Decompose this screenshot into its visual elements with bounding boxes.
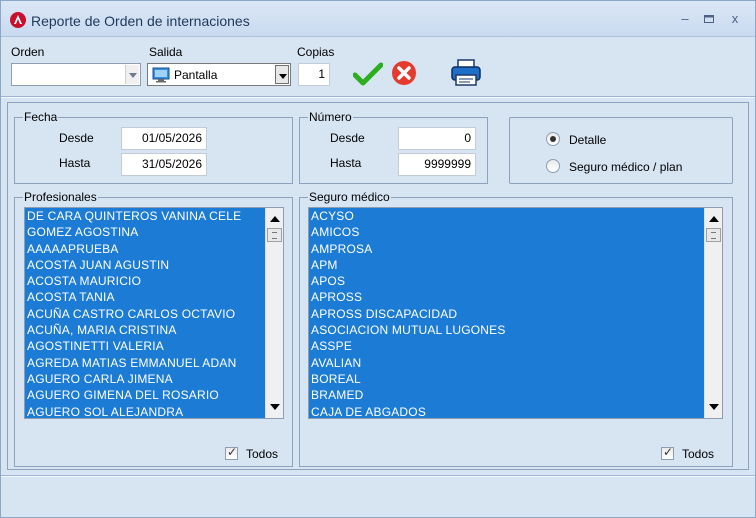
list-item[interactable]: APOS	[310, 273, 704, 289]
list-item[interactable]: APROSS	[310, 289, 704, 305]
fecha-hasta-input[interactable]: 31/05/2026	[121, 153, 207, 176]
numero-hasta-input[interactable]: 9999999	[398, 153, 476, 176]
salida-value: Pantalla	[174, 68, 218, 82]
seguro-plan-radio[interactable]	[546, 159, 560, 173]
seguro-list: ACYSO AMICOS AMPROSA APM APOS APROSS APROSS DI…	[310, 208, 704, 418]
numero-hasta-label: Hasta	[330, 156, 362, 170]
list-item[interactable]: AMICOS	[310, 224, 704, 240]
list-item[interactable]: BOREAL	[310, 371, 704, 387]
fecha-desde-label: Desde	[59, 131, 94, 145]
checkmark-icon: ✓	[663, 445, 674, 459]
profesionales-legend: Profesionales	[23, 190, 98, 204]
scroll-thumb[interactable]	[267, 228, 282, 242]
scroll-up-icon[interactable]	[270, 216, 280, 222]
numero-desde-input[interactable]: 0	[398, 127, 476, 150]
list-item[interactable]: ACYSO	[310, 208, 704, 224]
list-item[interactable]: AGUERO GIMENA DEL ROSARIO	[26, 387, 265, 403]
copias-label: Copias	[297, 45, 335, 59]
list-item[interactable]: AGUERO SOL ALEJANDRA	[26, 404, 265, 418]
profesionales-listbox[interactable]: DE CARA QUINTEROS VANINA CELE GOMEZ AGOS…	[24, 207, 284, 419]
scroll-up-icon[interactable]	[709, 216, 719, 222]
list-item[interactable]: AGUERO CARLA JIMENA	[26, 371, 265, 387]
numero-desde-label: Desde	[330, 131, 365, 145]
salida-label: Salida	[149, 45, 183, 59]
list-item[interactable]: APM	[310, 257, 704, 273]
list-item[interactable]: BRAMED	[310, 387, 704, 403]
close-window-button[interactable]: x	[725, 10, 745, 28]
seguro-scrollbar[interactable]	[704, 208, 722, 418]
seguro-listbox[interactable]: ACYSO AMICOS AMPROSA APM APOS APROSS APROSS DI…	[308, 207, 723, 419]
scroll-down-icon[interactable]	[270, 404, 280, 410]
list-item[interactable]: ACUÑA CASTRO CARLOS OCTAVIO	[26, 306, 265, 322]
list-item[interactable]: ASSPE	[310, 338, 704, 354]
copias-input[interactable]: 1	[298, 63, 330, 86]
list-item[interactable]: AGOSTINETTI VALERIA	[26, 338, 265, 354]
bottom-separator	[1, 475, 755, 477]
fecha-desde-input[interactable]: 01/05/2026	[121, 127, 207, 150]
fecha-legend: Fecha	[23, 110, 59, 124]
list-item[interactable]: CAJA DE ABGADOS	[310, 404, 704, 418]
orden-label: Orden	[11, 45, 45, 59]
profesionales-scrollbar[interactable]	[265, 208, 283, 418]
list-item[interactable]: AGREDA MATIAS EMMANUEL ADAN	[26, 355, 265, 371]
cancel-x-icon[interactable]	[390, 59, 418, 87]
accept-check-icon[interactable]	[353, 61, 383, 87]
app-logo-icon	[10, 12, 26, 28]
report-window: Reporte de Orden de internaciones – x Or…	[0, 0, 756, 518]
list-item[interactable]: ACOSTA MAURICIO	[26, 273, 265, 289]
title-bar: Reporte de Orden de internaciones – x	[1, 1, 755, 37]
toolbar-separator	[1, 96, 755, 98]
profesionales-list: DE CARA QUINTEROS VANINA CELE GOMEZ AGOS…	[26, 208, 265, 418]
monitor-icon	[152, 67, 170, 83]
seguro-todos-label: Todos	[682, 447, 715, 461]
detalle-radio[interactable]	[546, 132, 560, 146]
numero-legend: Número	[308, 110, 353, 124]
profesionales-todos-checkbox[interactable]: ✓	[225, 445, 238, 460]
detalle-label: Detalle	[569, 133, 607, 147]
maximize-icon	[704, 15, 714, 23]
window-title: Reporte de Orden de internaciones	[31, 13, 250, 29]
scroll-thumb[interactable]	[706, 228, 721, 242]
list-item[interactable]: APROSS DISCAPACIDAD	[310, 306, 704, 322]
salida-combo[interactable]: Pantalla	[147, 63, 291, 86]
orden-dropdown-icon[interactable]	[125, 65, 139, 84]
list-item[interactable]: ASOCIACION MUTUAL LUGONES	[310, 322, 704, 338]
checkmark-icon: ✓	[227, 445, 238, 459]
seguro-legend: Seguro médico	[308, 190, 391, 204]
list-item[interactable]: ACOSTA JUAN AGUSTIN	[26, 257, 265, 273]
list-item[interactable]: GOMEZ AGOSTINA	[26, 224, 265, 240]
minimize-button[interactable]: –	[675, 10, 695, 28]
maximize-button[interactable]	[699, 10, 719, 28]
seguro-plan-label: Seguro médico / plan	[569, 160, 683, 174]
list-item[interactable]: AVALIAN	[310, 355, 704, 371]
fecha-hasta-label: Hasta	[59, 156, 91, 170]
profesionales-todos-label: Todos	[246, 447, 279, 461]
list-item[interactable]: DE CARA QUINTEROS VANINA CELE	[26, 208, 265, 224]
orden-combo[interactable]	[11, 63, 141, 86]
list-item[interactable]: AAAAAPRUEBA	[26, 241, 265, 257]
list-item[interactable]: AMPROSA	[310, 241, 704, 257]
list-item[interactable]: ACUÑA, MARIA CRISTINA	[26, 322, 265, 338]
salida-dropdown-icon[interactable]	[275, 65, 289, 84]
scroll-down-icon[interactable]	[709, 404, 719, 410]
printer-icon[interactable]	[450, 58, 484, 88]
seguro-todos-checkbox[interactable]: ✓	[661, 445, 674, 460]
list-item[interactable]: ACOSTA TANIA	[26, 289, 265, 305]
